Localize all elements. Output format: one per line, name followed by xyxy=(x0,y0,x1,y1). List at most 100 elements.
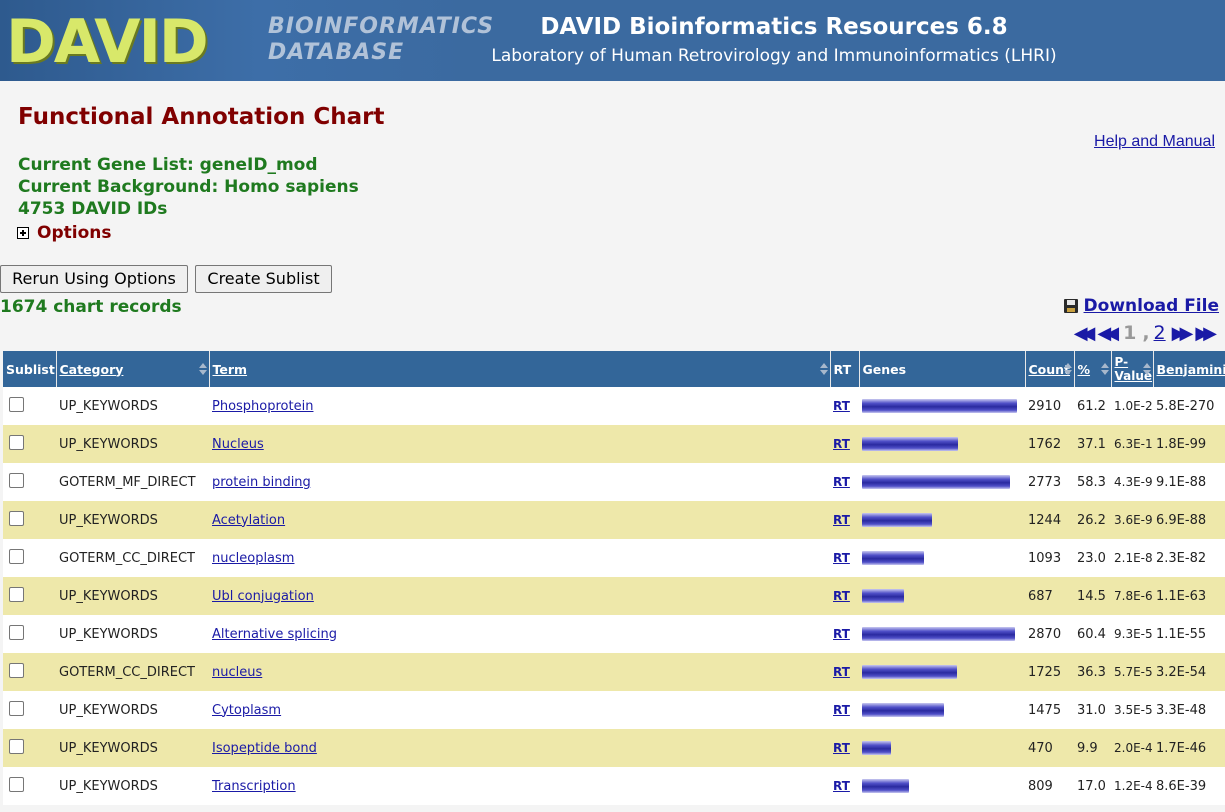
table-row: UP_KEYWORDS Alternative splicing RT 2870 60.… xyxy=(3,615,1225,653)
genes-cell[interactable] xyxy=(859,539,1025,577)
term-cell: Cytoplasm xyxy=(209,691,830,729)
term-link[interactable]: protein binding xyxy=(212,475,311,490)
row-checkbox[interactable] xyxy=(9,396,24,412)
david-logo[interactable]: DAVID BIOINFORMATICS DATABASE xyxy=(0,0,493,81)
genes-cell[interactable] xyxy=(859,691,1025,729)
row-checkbox[interactable] xyxy=(9,738,24,754)
gene-count-bar[interactable] xyxy=(862,475,1010,489)
rt-link[interactable]: RT xyxy=(833,513,850,527)
genes-cell[interactable] xyxy=(859,653,1025,691)
sublist-cell xyxy=(3,463,56,501)
rt-link[interactable]: RT xyxy=(833,665,850,679)
term-link[interactable]: nucleoplasm xyxy=(212,551,294,566)
benjamini-cell: 3.3E-48 xyxy=(1153,691,1225,729)
genes-cell[interactable] xyxy=(859,729,1025,767)
rt-link[interactable]: RT xyxy=(833,475,850,489)
create-sublist-button[interactable]: Create Sublist xyxy=(195,265,332,293)
help-manual-link[interactable]: Help and Manual xyxy=(1094,133,1215,151)
gene-count-bar[interactable] xyxy=(862,627,1015,641)
row-checkbox[interactable] xyxy=(9,586,24,602)
download-file-link[interactable]: Download File xyxy=(1063,296,1219,316)
gene-count-bar[interactable] xyxy=(862,703,944,717)
genes-cell[interactable] xyxy=(859,767,1025,805)
row-checkbox[interactable] xyxy=(9,776,24,792)
sublist-cell xyxy=(3,691,56,729)
term-cell: Transcription xyxy=(209,767,830,805)
term-link[interactable]: Acetylation xyxy=(212,513,285,528)
rt-link[interactable]: RT xyxy=(833,741,850,755)
last-page-icon[interactable]: ▶▶ xyxy=(1195,323,1217,344)
row-checkbox[interactable] xyxy=(9,662,24,678)
gene-count-bar[interactable] xyxy=(862,513,932,527)
gene-count-bar[interactable] xyxy=(862,779,909,793)
genes-cell[interactable] xyxy=(859,387,1025,425)
header-count[interactable]: Count xyxy=(1025,351,1075,387)
sort-category-link[interactable]: Category xyxy=(60,362,124,377)
genes-cell[interactable] xyxy=(859,501,1025,539)
sort-term-link[interactable]: Term xyxy=(213,362,248,377)
site-title: DAVID Bioinformatics Resources 6.8 xyxy=(540,14,1008,40)
logo-subtitle: BIOINFORMATICS DATABASE xyxy=(268,14,493,66)
term-link[interactable]: Alternative splicing xyxy=(212,627,337,642)
header-benjamini[interactable]: Benjamini xyxy=(1153,351,1225,387)
term-link[interactable]: Ubl conjugation xyxy=(212,589,314,604)
first-page-icon[interactable]: ◀◀ xyxy=(1074,323,1096,344)
sort-arrows-icon[interactable] xyxy=(819,363,828,375)
term-link[interactable]: Transcription xyxy=(212,779,296,794)
david-id-count: 4753 DAVID IDs xyxy=(18,199,168,219)
gene-count-bar[interactable] xyxy=(862,589,904,603)
sort-benjamini-link[interactable]: Benjamini xyxy=(1157,362,1225,377)
sort-arrows-icon[interactable] xyxy=(1063,363,1072,375)
term-link[interactable]: Phosphoprotein xyxy=(212,399,313,414)
row-checkbox[interactable] xyxy=(9,624,24,640)
page-2-link[interactable]: 2 xyxy=(1154,322,1166,344)
sort-arrows-icon[interactable] xyxy=(1142,363,1151,375)
rerun-options-button[interactable]: Rerun Using Options xyxy=(0,265,188,293)
options-toggle[interactable]: Options xyxy=(17,223,111,243)
rt-link[interactable]: RT xyxy=(833,627,850,641)
term-link[interactable]: Isopeptide bond xyxy=(212,741,317,756)
table-row: GOTERM_CC_DIRECTnucleus RT 172536.35.7E-57… xyxy=(3,653,1225,691)
header-term[interactable]: Term xyxy=(209,351,831,387)
genes-cell[interactable] xyxy=(859,577,1025,615)
header-category[interactable]: Category xyxy=(56,351,210,387)
sort-arrows-icon[interactable] xyxy=(1100,363,1109,375)
next-page-icon[interactable]: ▶▶ xyxy=(1172,323,1194,344)
term-link[interactable]: Nucleus xyxy=(212,437,264,452)
term-link[interactable]: Cytoplasm xyxy=(212,703,281,718)
rt-link[interactable]: RT xyxy=(833,551,850,565)
header-percent[interactable]: % xyxy=(1074,351,1112,387)
gene-count-bar[interactable] xyxy=(862,399,1017,413)
header-pvalue[interactable]: P-Value xyxy=(1111,351,1154,387)
row-checkbox[interactable] xyxy=(9,548,24,564)
rt-link[interactable]: RT xyxy=(833,703,850,717)
count-cell: 470 xyxy=(1025,729,1074,767)
gene-count-bar[interactable] xyxy=(862,665,957,679)
percent-cell: 31.0 xyxy=(1074,691,1111,729)
sort-percent-link[interactable]: % xyxy=(1078,362,1091,377)
term-link[interactable]: nucleus xyxy=(212,665,262,680)
row-checkbox[interactable] xyxy=(9,472,24,488)
count-cell: 1725 xyxy=(1025,653,1074,691)
gene-count-bar[interactable] xyxy=(862,437,958,451)
sort-arrows-icon[interactable] xyxy=(198,363,207,375)
row-checkbox[interactable] xyxy=(9,510,24,526)
rt-link[interactable]: RT xyxy=(833,437,850,451)
genes-cell[interactable] xyxy=(859,615,1025,653)
genes-cell[interactable] xyxy=(859,425,1025,463)
percent-cell: 9.9 xyxy=(1074,729,1111,767)
gene-count-bar[interactable] xyxy=(862,551,924,565)
rt-link[interactable]: RT xyxy=(833,399,850,413)
sublist-cell xyxy=(3,425,56,463)
row-checkbox[interactable] xyxy=(9,434,24,450)
row-checkbox[interactable] xyxy=(9,700,24,716)
gene-count-bar[interactable] xyxy=(862,741,891,755)
genes-cell[interactable] xyxy=(859,463,1025,501)
percent-cell: 17.0 xyxy=(1074,767,1111,805)
previous-page-icon[interactable]: ◀◀ xyxy=(1097,323,1119,344)
table-row: UP_KEYWORDS Ubl conjugation RT 687 14.5 7.8E-… xyxy=(3,577,1225,615)
pvalue-cell: 3.5E-50 xyxy=(1111,691,1153,729)
rt-link[interactable]: RT xyxy=(833,779,850,793)
rt-link[interactable]: RT xyxy=(833,589,850,603)
expand-plus-icon[interactable] xyxy=(17,227,29,239)
